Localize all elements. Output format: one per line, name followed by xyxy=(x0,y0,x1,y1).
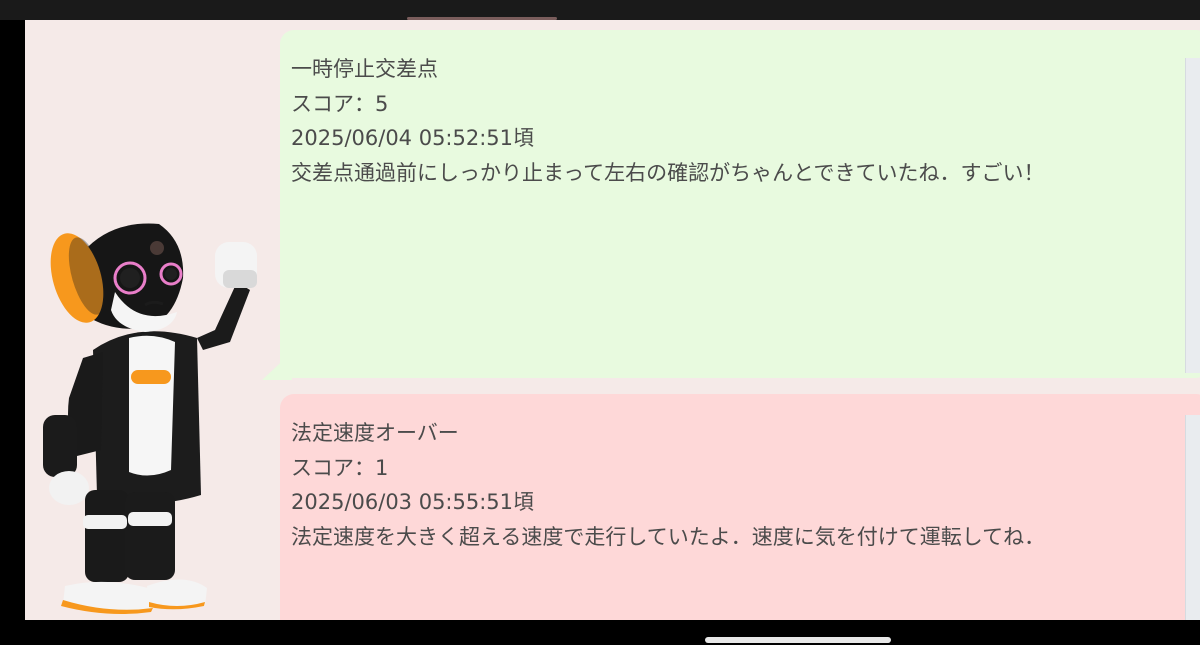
event-title: 法定速度オーバー xyxy=(291,421,459,445)
map-thumbnail[interactable] xyxy=(1185,415,1200,620)
feedback-card-good: 一時停止交差点 スコア：5 2025/06/04 05:52:51頃 交差点通過… xyxy=(280,30,1200,378)
event-datetime: 2025/06/04 05:52:51頃 xyxy=(291,126,535,150)
event-datetime: 2025/06/03 05:55:51頃 xyxy=(291,490,535,514)
map-thumbnail[interactable] xyxy=(1185,58,1200,373)
feedback-message: 交差点通過前にしっかり止まって左右の確認がちゃんとできていたね．すごい！ xyxy=(291,160,1045,185)
score-label: スコア：1 xyxy=(291,455,389,480)
device-screen: 一時停止交差点 スコア：5 2025/06/04 05:52:51頃 交差点通過… xyxy=(0,0,1200,645)
gesture-nav-handle[interactable] xyxy=(705,637,891,643)
status-bar xyxy=(0,0,1200,20)
feedback-card-bad: 法定速度オーバー スコア：1 2025/06/03 05:55:51頃 法定速度… xyxy=(280,394,1200,620)
score-label: スコア：5 xyxy=(291,91,389,116)
event-title: 一時停止交差点 xyxy=(291,57,438,81)
robot-mascot-icon xyxy=(43,223,257,614)
feedback-screen: 一時停止交差点 スコア：5 2025/06/04 05:52:51頃 交差点通過… xyxy=(25,20,1200,620)
feedback-message: 法定速度を大きく超える速度で走行していたよ．速度に気を付けて運転してね． xyxy=(291,524,1046,549)
